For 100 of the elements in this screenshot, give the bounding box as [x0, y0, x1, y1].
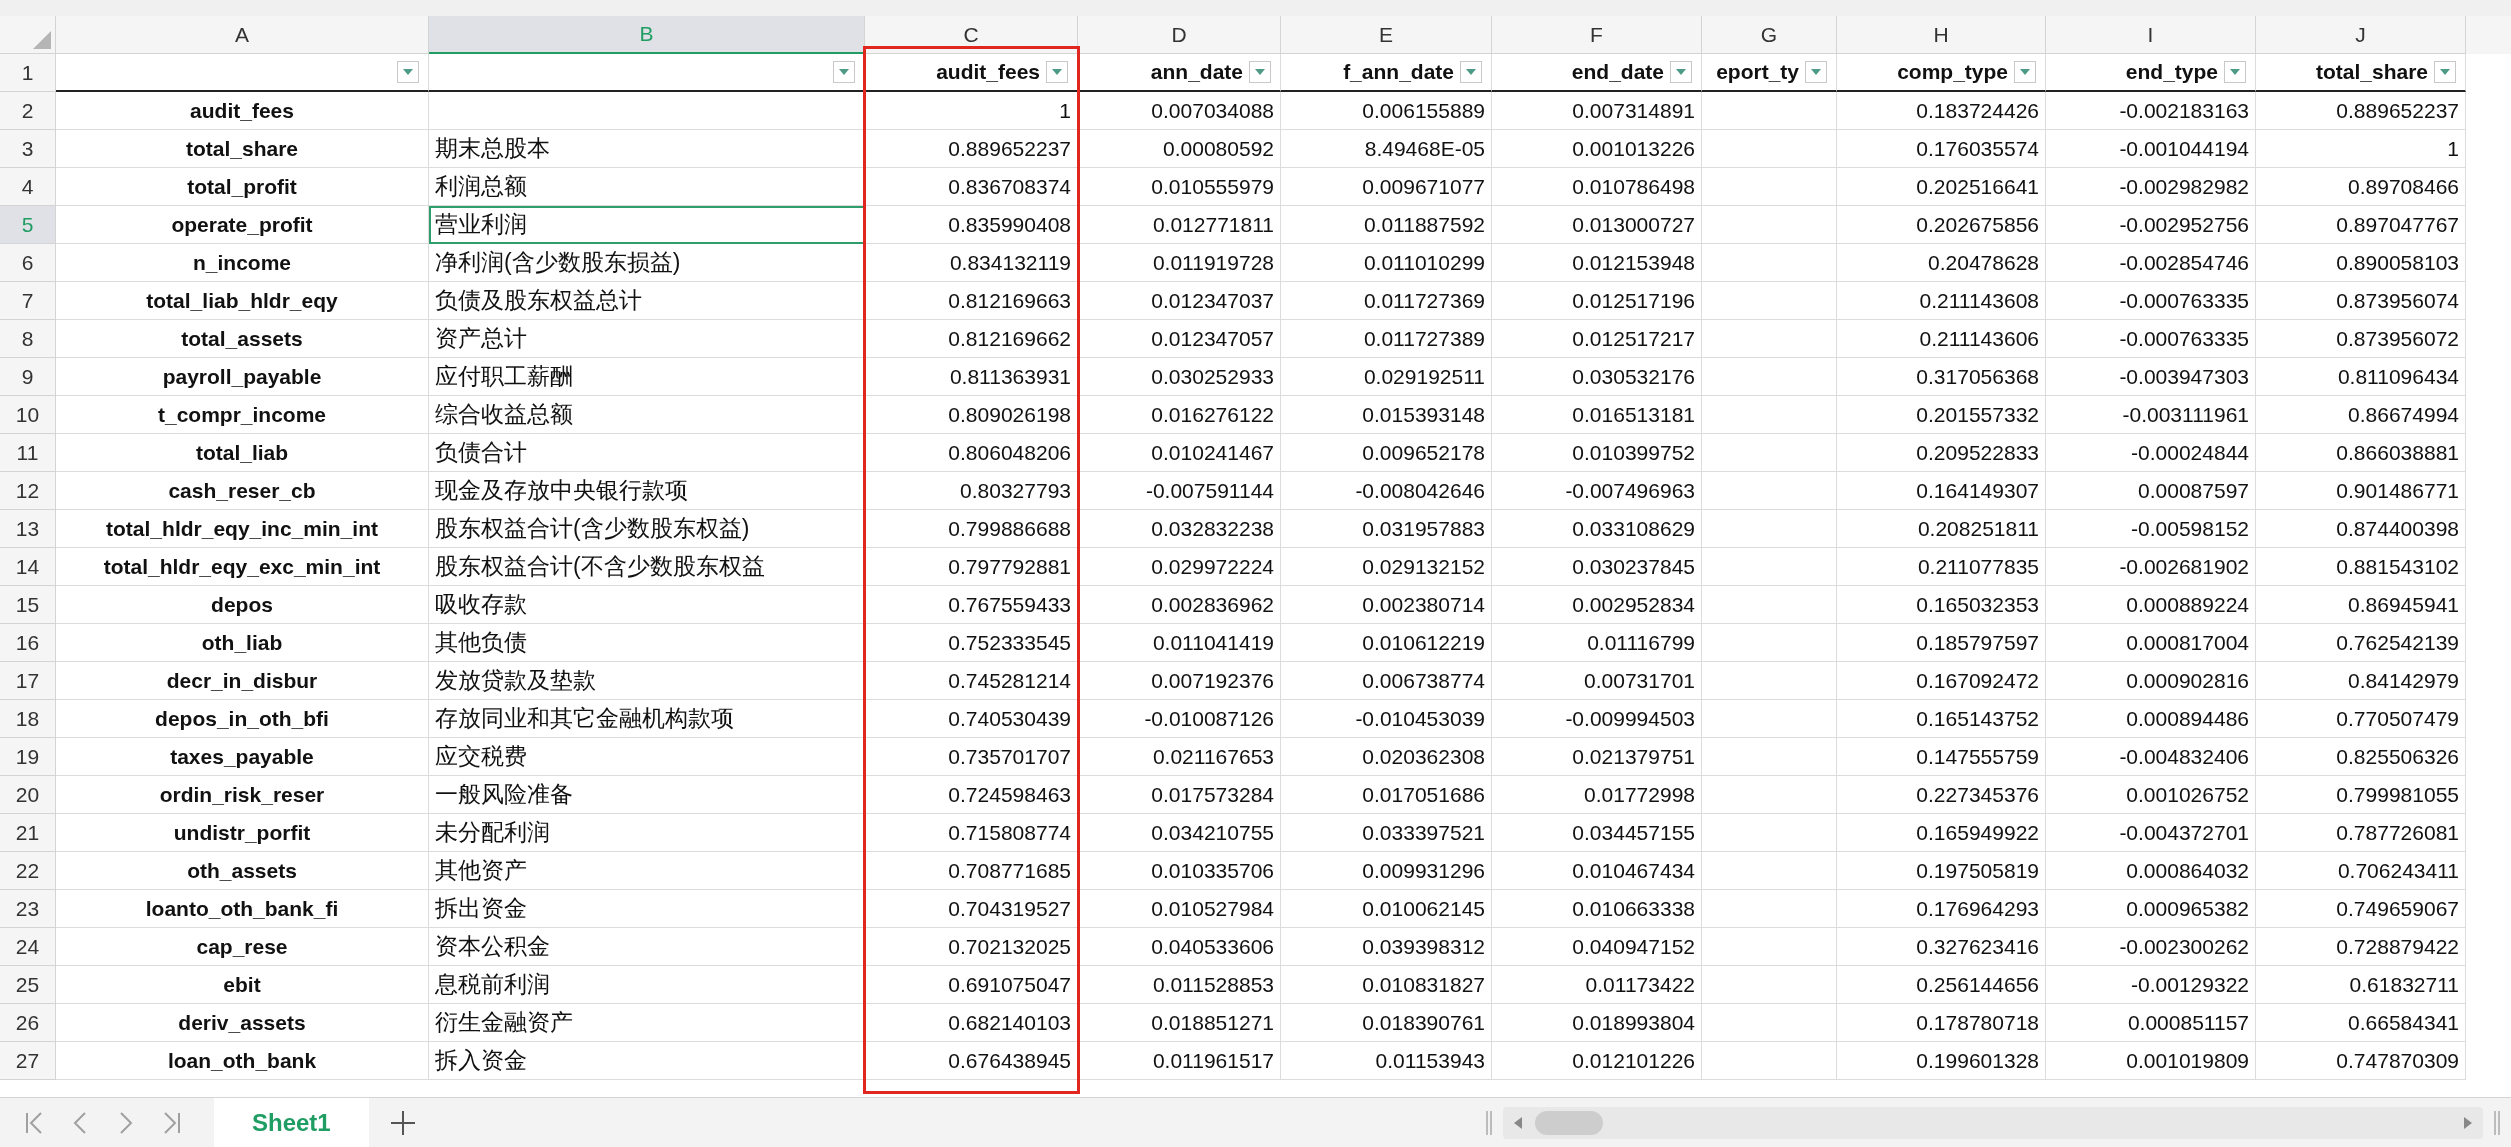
table-cell: ebit — [56, 966, 429, 1004]
row-number[interactable]: 13 — [0, 510, 56, 548]
table-cell: 0.002380714 — [1281, 586, 1492, 624]
table-cell: 0.89708466 — [2256, 168, 2466, 206]
row-number[interactable]: 24 — [0, 928, 56, 966]
filter-button[interactable] — [1249, 61, 1271, 83]
table-cell: 0.176964293 — [1837, 890, 2046, 928]
column-header[interactable]: D — [1078, 16, 1281, 54]
filter-button[interactable] — [2434, 61, 2456, 83]
row-number[interactable]: 3 — [0, 130, 56, 168]
table-cell: depos — [56, 586, 429, 624]
row-number[interactable]: 17 — [0, 662, 56, 700]
table-cell: 0.018390761 — [1281, 1004, 1492, 1042]
table-cell: 0.211143608 — [1837, 282, 2046, 320]
column-header[interactable]: H — [1837, 16, 2046, 54]
table-cell: 0.770507479 — [2256, 700, 2466, 738]
row-number[interactable]: 6 — [0, 244, 56, 282]
table-cell: 0.01153943 — [1281, 1042, 1492, 1080]
table-cell: 0.009652178 — [1281, 434, 1492, 472]
table-cell: 0.01772998 — [1492, 776, 1702, 814]
table-cell: -0.003111961 — [2046, 396, 2256, 434]
row-number[interactable]: 12 — [0, 472, 56, 510]
row-number[interactable]: 21 — [0, 814, 56, 852]
horizontal-scrollbar[interactable] — [1503, 1106, 2483, 1139]
table-cell: 0.147555759 — [1837, 738, 2046, 776]
filter-button[interactable] — [397, 61, 419, 83]
row-number[interactable]: 22 — [0, 852, 56, 890]
row-number[interactable]: 18 — [0, 700, 56, 738]
filter-button[interactable] — [1670, 61, 1692, 83]
table-cell: 0.007314891 — [1492, 92, 1702, 130]
table-cell: 0.866038881 — [2256, 434, 2466, 472]
row-number[interactable]: 25 — [0, 966, 56, 1004]
row-number[interactable]: 16 — [0, 624, 56, 662]
table-cell: 0.040947152 — [1492, 928, 1702, 966]
column-header[interactable]: I — [2046, 16, 2256, 54]
filter-button[interactable] — [1460, 61, 1482, 83]
table-cell: 0.61832711 — [2256, 966, 2466, 1004]
row-number[interactable]: 10 — [0, 396, 56, 434]
filter-button[interactable] — [1046, 61, 1068, 83]
table-cell: 0.901486771 — [2256, 472, 2466, 510]
dropdown-triangle-icon — [1051, 68, 1063, 76]
table-cell: 0.029132152 — [1281, 548, 1492, 586]
table-cell: 0.031957883 — [1281, 510, 1492, 548]
table-cell: 0.176035574 — [1837, 130, 2046, 168]
table-cell: 0.164149307 — [1837, 472, 2046, 510]
row-number[interactable]: 4 — [0, 168, 56, 206]
table-cell: 0.889652237 — [2256, 92, 2466, 130]
table-cell: 0.010831827 — [1281, 966, 1492, 1004]
table-cell: 0.010612219 — [1281, 624, 1492, 662]
table-cell: 0.034457155 — [1492, 814, 1702, 852]
table-cell: 0.211077835 — [1837, 548, 2046, 586]
table-cell: undistr_porfit — [56, 814, 429, 852]
column-header[interactable]: G — [1702, 16, 1837, 54]
row-number[interactable]: 2 — [0, 92, 56, 130]
table-cell: 0.202516641 — [1837, 168, 2046, 206]
table-cell: 0.012153948 — [1492, 244, 1702, 282]
row-number[interactable]: 8 — [0, 320, 56, 358]
table-cell: 0.256144656 — [1837, 966, 2046, 1004]
row-number[interactable]: 27 — [0, 1042, 56, 1080]
row-number[interactable]: 19 — [0, 738, 56, 776]
table-cell: 0.010467434 — [1492, 852, 1702, 890]
row-number[interactable]: 26 — [0, 1004, 56, 1042]
table-cell: 0.747870309 — [2256, 1042, 2466, 1080]
filter-button[interactable] — [833, 61, 855, 83]
table-cell: 0.016513181 — [1492, 396, 1702, 434]
table-cell: 0.890058103 — [2256, 244, 2466, 282]
table-cell: 0.000894486 — [2046, 700, 2256, 738]
row-number[interactable]: 20 — [0, 776, 56, 814]
filter-button[interactable] — [2224, 61, 2246, 83]
table-cell: 0.006155889 — [1281, 92, 1492, 130]
row-number[interactable]: 1 — [0, 54, 56, 92]
column-header[interactable]: J — [2256, 16, 2466, 54]
dropdown-triangle-icon — [1675, 68, 1687, 76]
table-cell: 0.227345376 — [1837, 776, 2046, 814]
column-header[interactable]: F — [1492, 16, 1702, 54]
table-cell: 0.202675856 — [1837, 206, 2046, 244]
row-number[interactable]: 23 — [0, 890, 56, 928]
table-cell: operate_profit — [56, 206, 429, 244]
column-header[interactable]: A — [56, 16, 429, 54]
row-number[interactable]: 11 — [0, 434, 56, 472]
table-cell: 0.018993804 — [1492, 1004, 1702, 1042]
table-cell: taxes_payable — [56, 738, 429, 776]
filter-button[interactable] — [2014, 61, 2036, 83]
column-header[interactable]: E — [1281, 16, 1492, 54]
filter-button[interactable] — [1805, 61, 1827, 83]
table-cell: 0.762542139 — [2256, 624, 2466, 662]
row-number[interactable]: 9 — [0, 358, 56, 396]
table-cell: 0.006738774 — [1281, 662, 1492, 700]
table-cell: 0.000889224 — [2046, 586, 2256, 624]
table-cell: 0.020362308 — [1281, 738, 1492, 776]
table-cell: 0.033397521 — [1281, 814, 1492, 852]
splitter-grip-icon — [1485, 1110, 1493, 1135]
row-number[interactable]: 15 — [0, 586, 56, 624]
table-cell: 0.165143752 — [1837, 700, 2046, 738]
table-cell: -0.00024844 — [2046, 434, 2256, 472]
scrollbar-thumb[interactable] — [1535, 1110, 1603, 1135]
scroll-left-icon — [1513, 1116, 1523, 1129]
row-number[interactable]: 14 — [0, 548, 56, 586]
row-number[interactable]: 7 — [0, 282, 56, 320]
chevron-right-icon — [119, 1110, 133, 1135]
